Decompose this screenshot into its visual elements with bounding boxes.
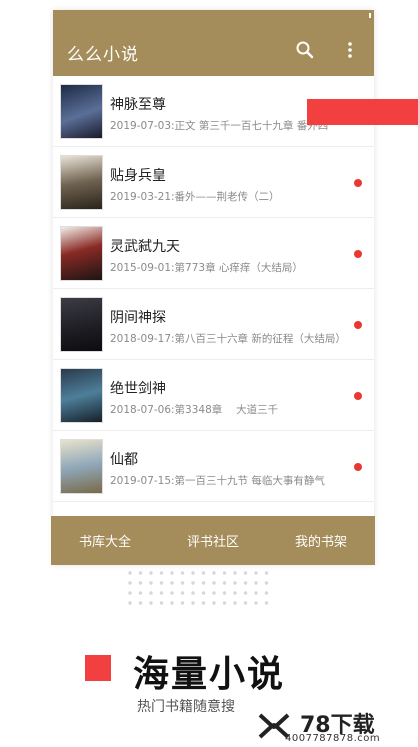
book-row[interactable]: 阴间神探 2018-09-17:第八百三十六章 新的征程（大结局） — [53, 289, 374, 360]
book-cover — [60, 297, 103, 352]
book-row[interactable]: 贴身兵皇 2019-03-21:番外——荆老传（二） — [53, 147, 374, 218]
tab-community[interactable]: 评书社区 — [159, 531, 267, 550]
unread-dot — [354, 250, 362, 258]
book-latest-chapter: 2018-07-06:第3348章 大道三千 — [110, 404, 279, 416]
book-latest-chapter: 2019-03-21:番外——荆老传（二） — [110, 191, 280, 203]
phone-screen: 么么小说 神脉至尊 2019-07-03:正文 第三千一百七十九章 番外四 贴身… — [53, 10, 374, 565]
book-title: 神脉至尊 — [110, 97, 166, 113]
book-latest-chapter: 2015-09-01:第773章 心痒痒（大结局） — [110, 262, 303, 274]
book-row[interactable]: 绝世剑神 2018-07-06:第3348章 大道三千 — [53, 360, 374, 431]
app-bar: 么么小说 — [53, 10, 374, 76]
book-latest-chapter: 2019-07-15:第一百三十九节 每临大事有静气 — [110, 475, 325, 487]
book-row[interactable]: 灵武弑九天 2015-09-01:第773章 心痒痒（大结局） — [53, 218, 374, 289]
book-latest-chapter: 2019-07-03:正文 第三千一百七十九章 番外四 — [110, 120, 329, 132]
book-title: 灵武弑九天 — [110, 239, 180, 255]
book-cover — [60, 226, 103, 281]
book-title: 仙都 — [110, 452, 138, 468]
app-title: 么么小说 — [67, 45, 139, 65]
promo-headline: 海量小说 — [133, 654, 286, 695]
bookshelf-list: 神脉至尊 2019-07-03:正文 第三千一百七十九章 番外四 贴身兵皇 20… — [53, 76, 374, 502]
book-cover — [60, 84, 103, 139]
unread-dot — [354, 321, 362, 329]
more-vertical-icon[interactable] — [345, 40, 355, 60]
unread-dot — [354, 179, 362, 187]
book-cover — [60, 439, 103, 494]
decorative-dot-grid — [128, 571, 269, 605]
watermark-site: 4007787878.com — [285, 733, 381, 744]
search-icon[interactable] — [295, 40, 315, 60]
book-cover — [60, 368, 103, 423]
book-row[interactable]: 仙都 2019-07-15:第一百三十九节 每临大事有静气 — [53, 431, 374, 502]
promo-subline: 热门书籍随意搜 — [137, 699, 235, 715]
book-title: 绝世剑神 — [110, 381, 166, 397]
book-latest-chapter: 2018-09-17:第八百三十六章 新的征程（大结局） — [110, 333, 346, 345]
book-cover — [60, 155, 103, 210]
decorative-red-bar — [307, 99, 418, 125]
book-title: 阴间神探 — [110, 310, 166, 326]
unread-dot — [354, 392, 362, 400]
tab-bookshelf[interactable]: 我的书架 — [267, 531, 375, 550]
tab-library[interactable]: 书库大全 — [51, 531, 159, 550]
promo-red-square — [85, 655, 111, 681]
bottom-tab-bar: 书库大全 评书社区 我的书架 — [51, 516, 375, 565]
unread-dot — [354, 463, 362, 471]
status-indicator — [369, 13, 371, 18]
book-title: 贴身兵皇 — [110, 168, 166, 184]
